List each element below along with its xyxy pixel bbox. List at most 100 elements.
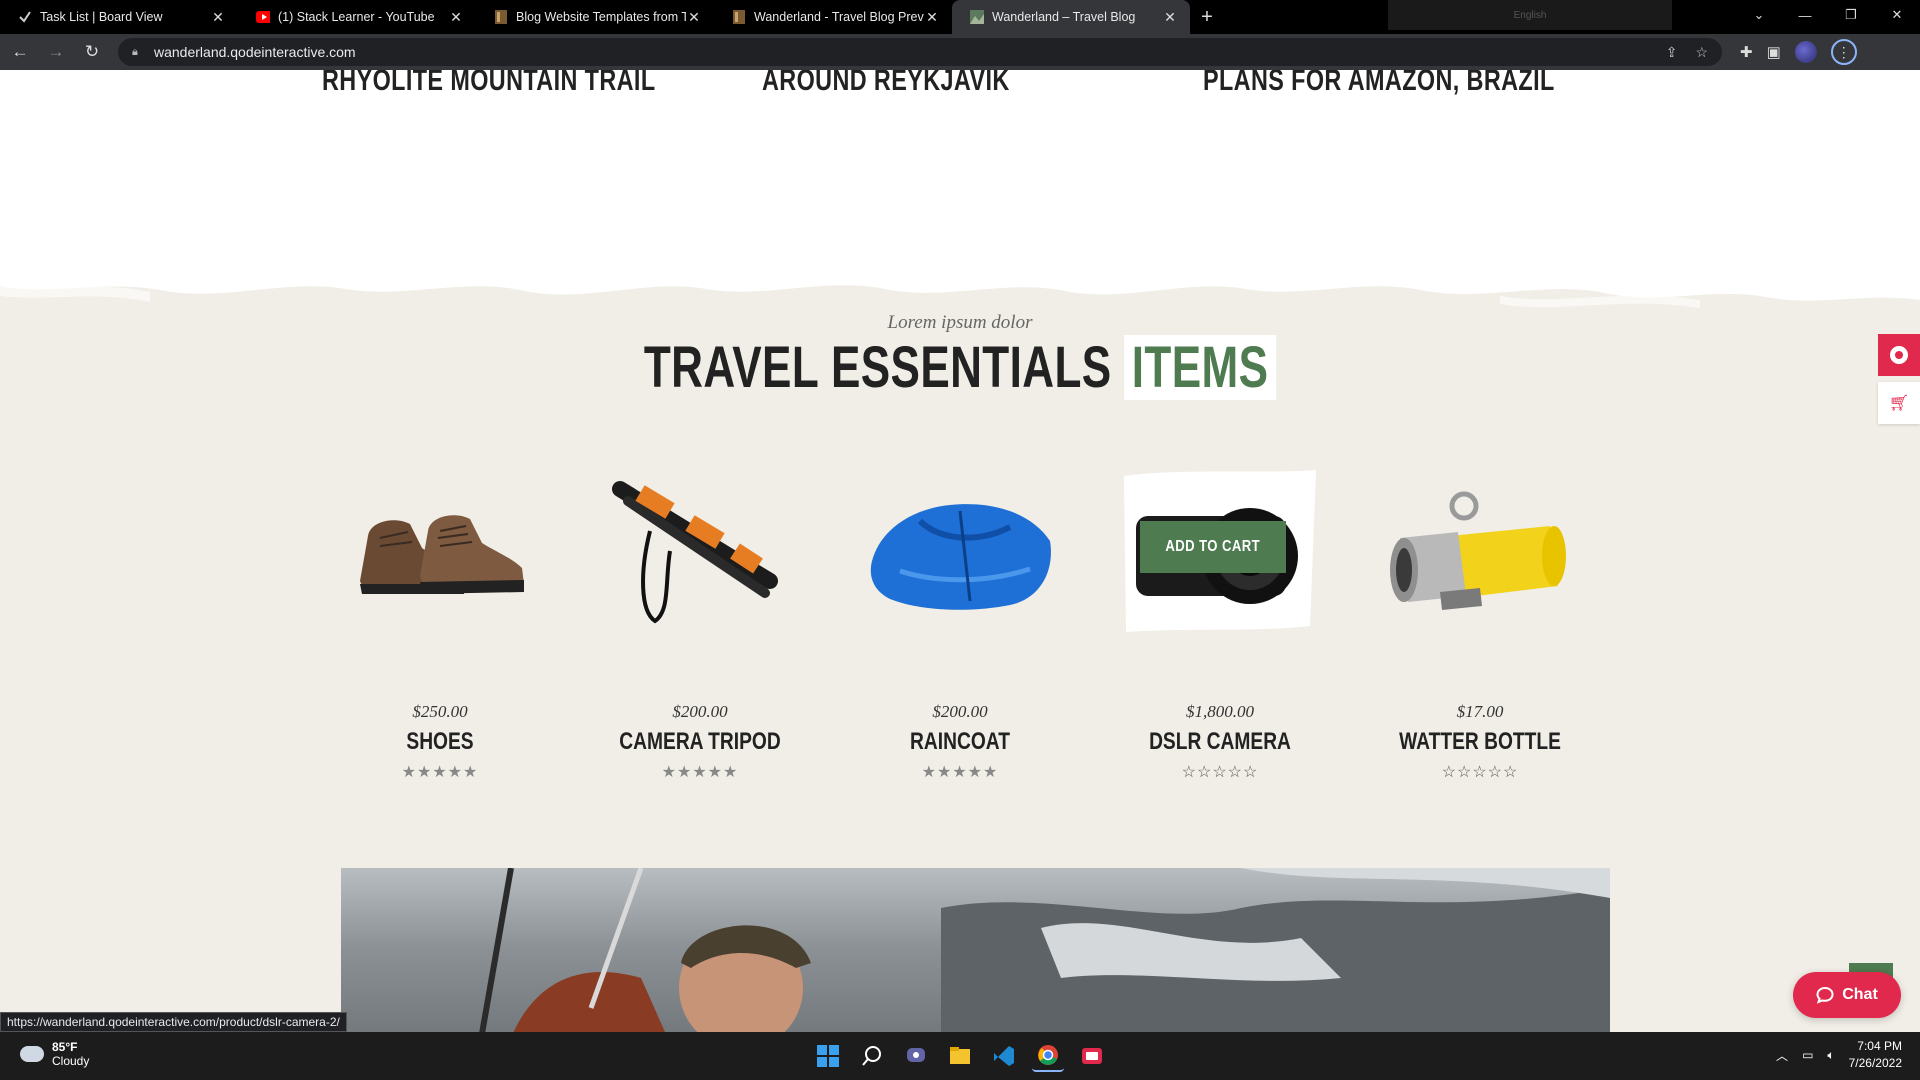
- recorder-app-icon[interactable]: [1076, 1040, 1108, 1072]
- weather-desc: Cloudy: [52, 1054, 90, 1068]
- section-heading: TRAVEL ESSENTIALS ITEMS: [0, 334, 1920, 401]
- chat-bubble-icon: [1816, 986, 1834, 1004]
- add-to-cart-button[interactable]: ADD TO CART: [1140, 521, 1286, 573]
- chat-button[interactable]: Chat: [1793, 972, 1901, 1018]
- rating-stars: ★★★★★: [661, 764, 739, 781]
- bookmark-icon: [732, 10, 746, 24]
- check-icon: [18, 10, 32, 24]
- product-image[interactable]: [600, 466, 800, 636]
- extension-label[interactable]: English: [1514, 10, 1547, 21]
- new-tab-button[interactable]: +: [1190, 0, 1224, 34]
- extensions-icon[interactable]: ✚: [1740, 43, 1753, 61]
- weather-temp: 85°F: [52, 1040, 78, 1054]
- heading-main: TRAVEL ESSENTIALS: [643, 335, 1112, 400]
- product-image[interactable]: [860, 466, 1060, 636]
- chevron-up-icon[interactable]: ︿: [1776, 1047, 1788, 1064]
- product-name[interactable]: SHOES: [352, 728, 528, 756]
- product-image[interactable]: ADD TO CART: [1120, 466, 1320, 636]
- section-eyebrow: Lorem ipsum dolor: [887, 312, 1033, 333]
- lock-icon[interactable]: 🔒︎: [132, 46, 144, 59]
- tab-wanderland-active[interactable]: Wanderland – Travel Blog ✕: [952, 0, 1190, 34]
- close-icon[interactable]: ✕: [1162, 9, 1178, 26]
- product-price: $250.00: [412, 702, 468, 721]
- back-button[interactable]: ←: [4, 36, 36, 68]
- volume-icon[interactable]: 🔈︎: [1827, 1048, 1834, 1063]
- vscode-icon[interactable]: [988, 1040, 1020, 1072]
- tab-blog-templates[interactable]: Blog Website Templates from The ✕: [476, 0, 714, 34]
- tab-title: (1) Stack Learner - YouTube: [278, 10, 435, 24]
- tab-search-icon[interactable]: ⌄: [1736, 0, 1782, 30]
- extension-strip: English: [1388, 0, 1672, 30]
- bookmark-star-icon[interactable]: ☆: [1695, 44, 1708, 61]
- product-name[interactable]: CAMERA TRIPOD: [612, 728, 788, 756]
- page-viewport: RHYOLITE MOUNTAIN TRAIL AROUND REYKJAVIK…: [0, 70, 1920, 1032]
- close-icon[interactable]: ✕: [210, 9, 226, 26]
- tab-title: Wanderland – Travel Blog: [992, 10, 1136, 24]
- start-icon[interactable]: [812, 1040, 844, 1072]
- product-card-tripod[interactable]: $200.00 CAMERA TRIPOD ★★★★★: [590, 466, 810, 782]
- tab-title: Wanderland - Travel Blog Preview: [754, 10, 924, 24]
- product-name[interactable]: WATTER BOTTLE: [1392, 728, 1568, 756]
- network-icon[interactable]: ▭: [1802, 1048, 1813, 1062]
- blog-post-title[interactable]: PLANS FOR AMAZON, BRAZIL: [1203, 70, 1555, 98]
- share-icon[interactable]: ⇪: [1666, 44, 1678, 61]
- rating-stars: ★★★★★: [401, 764, 479, 781]
- taskbar-apps: [812, 1040, 1108, 1072]
- close-icon[interactable]: ✕: [448, 9, 464, 26]
- product-card-dslr-camera[interactable]: ADD TO CART $1,800.00 DSLR CAMERA ☆☆☆☆☆: [1110, 466, 1330, 782]
- restore-button[interactable]: ❐: [1828, 0, 1874, 30]
- minimize-button[interactable]: —: [1782, 0, 1828, 30]
- profile-avatar[interactable]: [1794, 41, 1817, 63]
- clock-time: 7:04 PM: [1857, 1039, 1902, 1053]
- window-controls: ⌄ — ❐ ✕: [1736, 0, 1920, 30]
- youtube-icon: [256, 10, 270, 24]
- product-card-raincoat[interactable]: $200.00 RAINCOAT ★★★★★: [850, 466, 1070, 782]
- tab-title: Task List | Board View: [40, 10, 163, 24]
- teams-chat-icon[interactable]: [900, 1040, 932, 1072]
- bookmark-icon: [494, 10, 508, 24]
- tab-task-list[interactable]: Task List | Board View ✕: [0, 0, 238, 34]
- cart-icon[interactable]: 🛒︎: [1878, 382, 1920, 424]
- close-icon[interactable]: ✕: [686, 9, 702, 26]
- side-panel-icon[interactable]: ▣: [1767, 43, 1781, 61]
- blog-post-title[interactable]: RHYOLITE MOUNTAIN TRAIL: [322, 70, 656, 98]
- side-widget-button[interactable]: [1878, 334, 1920, 376]
- product-card-shoes[interactable]: $250.00 SHOES ★★★★★: [330, 466, 550, 782]
- weather-widget[interactable]: 85°F Cloudy: [20, 1040, 89, 1068]
- reload-button[interactable]: ↻: [76, 36, 108, 68]
- system-tray: ︿ ▭ 🔈︎ 7:04 PM 7/26/2022: [1776, 1038, 1902, 1072]
- product-image[interactable]: [1380, 466, 1580, 636]
- clock[interactable]: 7:04 PM 7/26/2022: [1849, 1038, 1902, 1072]
- omnibox[interactable]: 🔒︎ wanderland.qodeinteractive.com ⇪ ☆: [118, 38, 1722, 66]
- product-image[interactable]: [340, 466, 540, 636]
- file-explorer-icon[interactable]: [944, 1040, 976, 1072]
- windows-taskbar: 85°F Cloudy ︿ ▭ 🔈︎ 7:04 PM 7/26/2022: [0, 1032, 1920, 1080]
- clock-date: 7/26/2022: [1848, 1056, 1902, 1070]
- rating-stars: ☆☆☆☆☆: [1181, 764, 1259, 781]
- address-toolbar: ← → ↻ 🔒︎ wanderland.qodeinteractive.com …: [0, 34, 1920, 70]
- chat-label: Chat: [1842, 986, 1878, 1003]
- tab-youtube[interactable]: (1) Stack Learner - YouTube ✕: [238, 0, 476, 34]
- cloud-icon: [20, 1046, 44, 1062]
- product-price: $17.00: [1456, 702, 1504, 721]
- tab-title: Blog Website Templates from The: [516, 10, 686, 24]
- forward-button[interactable]: →: [40, 36, 72, 68]
- product-name[interactable]: RAINCOAT: [872, 728, 1048, 756]
- heading-accent: ITEMS: [1124, 335, 1277, 400]
- menu-icon[interactable]: ⋮: [1830, 39, 1857, 65]
- product-price: $1,800.00: [1186, 702, 1254, 721]
- tab-wanderland-preview[interactable]: Wanderland - Travel Blog Preview ✕: [714, 0, 952, 34]
- search-icon[interactable]: [856, 1040, 888, 1072]
- product-grid: $250.00 SHOES ★★★★★ $200.00 CAMERA TRIPO…: [330, 466, 1630, 781]
- product-price: $200.00: [672, 702, 728, 721]
- chrome-icon[interactable]: [1032, 1040, 1064, 1072]
- site-icon: [970, 10, 984, 24]
- product-name[interactable]: DSLR CAMERA: [1132, 728, 1308, 756]
- hiker-banner-image: [341, 868, 1610, 1032]
- product-price: $200.00: [932, 702, 988, 721]
- product-card-water-bottle[interactable]: $17.00 WATTER BOTTLE ☆☆☆☆☆: [1370, 466, 1590, 782]
- rating-stars: ★★★★★: [921, 764, 999, 781]
- blog-post-title[interactable]: AROUND REYKJAVIK: [762, 70, 1010, 98]
- close-window-button[interactable]: ✕: [1874, 0, 1920, 30]
- close-icon[interactable]: ✕: [924, 9, 940, 26]
